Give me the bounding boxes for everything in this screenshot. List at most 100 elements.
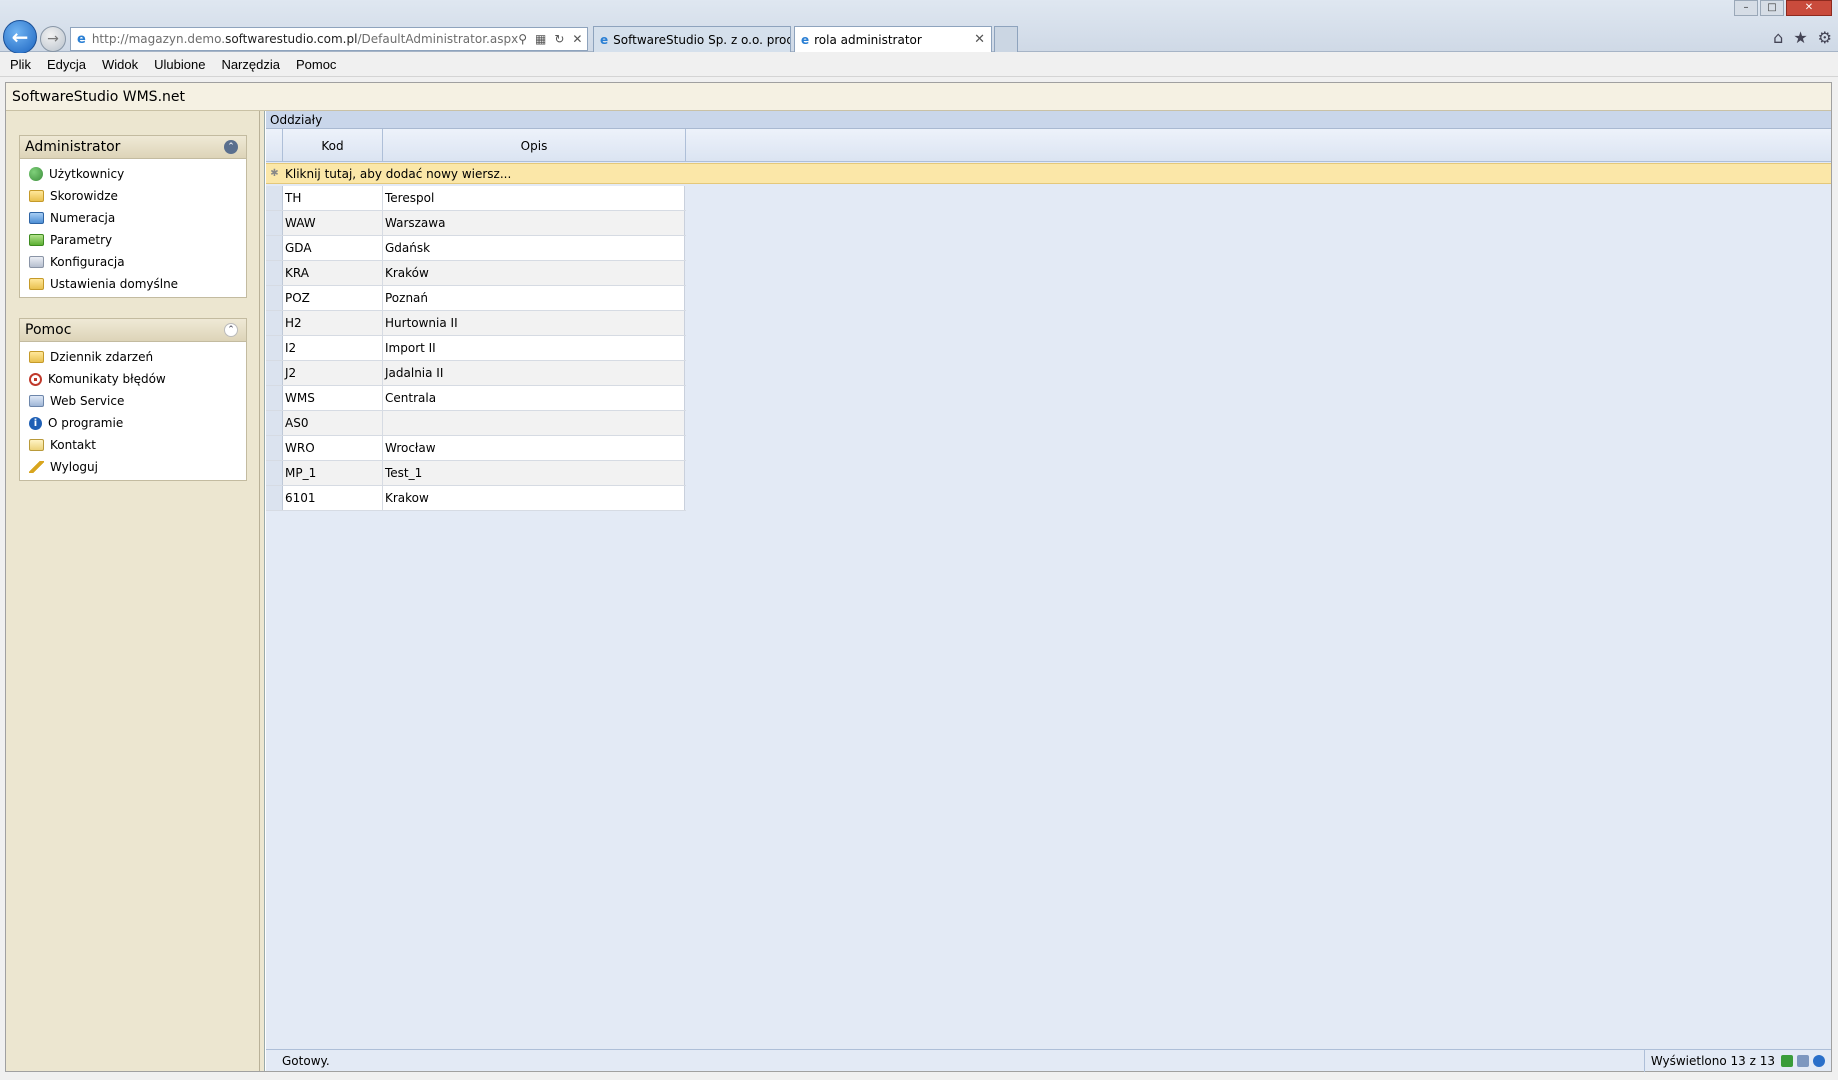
sidebar-item-wyloguj[interactable]: Wyloguj [20, 456, 246, 478]
collapse-up-icon[interactable]: ⌃ [224, 323, 238, 337]
add-new-row[interactable]: ✱ Kliknij tutaj, aby dodać nowy wiersz..… [266, 163, 1831, 184]
row-selector[interactable] [266, 286, 283, 310]
cell-kod[interactable]: 6101 [283, 486, 383, 510]
table-row[interactable]: POZ Poznań [266, 286, 686, 311]
refresh-data-icon[interactable] [1781, 1054, 1793, 1067]
cell-opis[interactable]: Import II [383, 336, 685, 360]
menu-ulubione[interactable]: Ulubione [154, 57, 205, 72]
cell-kod[interactable]: WMS [283, 386, 383, 410]
row-selector[interactable] [266, 336, 283, 360]
help-panel-header[interactable]: Pomoc ⌃ [20, 319, 246, 342]
row-selector[interactable] [266, 211, 283, 235]
row-selector[interactable] [266, 411, 283, 435]
admin-panel-header[interactable]: Administrator ⌃ [20, 136, 246, 159]
sidebar-item-dziennik-zdarzen[interactable]: Dziennik zdarzeń [20, 346, 246, 368]
menu-narzedzia[interactable]: Narzędzia [221, 57, 280, 72]
gear-icon[interactable]: ⚙ [1818, 28, 1832, 47]
table-row[interactable]: AS0 [266, 411, 686, 436]
search-icon[interactable]: ⚲ [518, 32, 527, 46]
cell-kod[interactable]: WAW [283, 211, 383, 235]
address-bar[interactable]: e http://magazyn.demo.softwarestudio.com… [70, 27, 588, 51]
cell-kod[interactable]: J2 [283, 361, 383, 385]
sidebar-item-parametry[interactable]: Parametry [20, 229, 246, 251]
table-row[interactable]: J2 Jadalnia II [266, 361, 686, 386]
menu-plik[interactable]: Plik [10, 57, 31, 72]
cell-opis[interactable]: Kraków [383, 261, 685, 285]
sidebar-item-komunikaty-bledow[interactable]: Komunikaty błędów [20, 368, 246, 390]
sidebar-item-o-programie[interactable]: i O programie [20, 412, 246, 434]
menu-edycja[interactable]: Edycja [47, 57, 86, 72]
cell-kod[interactable]: WRO [283, 436, 383, 460]
row-selector[interactable] [266, 236, 283, 260]
tab-rola-administrator[interactable]: e rola administrator ✕ [794, 26, 992, 52]
sidebar-item-numeracja[interactable]: Numeracja [20, 207, 246, 229]
table-row[interactable]: MP_1 Test_1 [266, 461, 686, 486]
cell-kod[interactable]: MP_1 [283, 461, 383, 485]
refresh-icon[interactable]: ↻ [554, 32, 564, 46]
row-selector[interactable] [266, 386, 283, 410]
favorites-star-icon[interactable]: ★ [1793, 28, 1807, 47]
compat-view-icon[interactable]: ▦ [535, 32, 546, 46]
sidebar-item-label: Komunikaty błędów [48, 372, 166, 386]
cell-opis[interactable]: Hurtownia II [383, 311, 685, 335]
cell-kod[interactable]: TH [283, 186, 383, 210]
table-row[interactable]: WAW Warszawa [266, 211, 686, 236]
sidebar-item-konfiguracja[interactable]: Konfiguracja [20, 251, 246, 273]
table-row[interactable]: 6101 Krakow [266, 486, 686, 511]
back-button[interactable]: ← [3, 20, 37, 54]
table-row[interactable]: H2 Hurtownia II [266, 311, 686, 336]
cell-kod[interactable]: KRA [283, 261, 383, 285]
close-window-button[interactable]: ✕ [1786, 0, 1832, 16]
table-row[interactable]: KRA Kraków [266, 261, 686, 286]
row-selector[interactable] [266, 311, 283, 335]
menu-widok[interactable]: Widok [102, 57, 138, 72]
cell-opis[interactable]: Wrocław [383, 436, 685, 460]
row-selector[interactable] [266, 261, 283, 285]
row-selector[interactable] [266, 486, 283, 510]
column-header-kod[interactable]: Kod [283, 129, 383, 162]
sidebar-item-skorowidze[interactable]: Skorowidze [20, 185, 246, 207]
stop-icon[interactable]: ✕ [572, 32, 582, 46]
table-row[interactable]: GDA Gdańsk [266, 236, 686, 261]
sidebar-splitter[interactable] [260, 111, 265, 1071]
cell-opis[interactable]: Gdańsk [383, 236, 685, 260]
minimize-button[interactable]: – [1734, 0, 1758, 16]
sidebar-item-web-service[interactable]: Web Service [20, 390, 246, 412]
cell-opis[interactable]: Test_1 [383, 461, 685, 485]
table-row[interactable]: I2 Import II [266, 336, 686, 361]
tab-softwarestudio[interactable]: e SoftwareStudio Sp. z o.o. prod... [593, 26, 791, 52]
cell-opis[interactable]: Warszawa [383, 211, 685, 235]
sidebar-item-uzytkownicy[interactable]: Użytkownicy [20, 163, 246, 185]
row-selector[interactable] [266, 461, 283, 485]
table-row[interactable]: TH Terespol [266, 186, 686, 211]
cell-opis[interactable]: Poznań [383, 286, 685, 310]
cell-opis[interactable] [383, 411, 685, 435]
sidebar-item-ustawienia-domyslne[interactable]: Ustawienia domyślne [20, 273, 246, 295]
table-row[interactable]: WRO Wrocław [266, 436, 686, 461]
collapse-up-icon[interactable]: ⌃ [224, 140, 238, 154]
row-selector[interactable] [266, 186, 283, 210]
cell-kod[interactable]: AS0 [283, 411, 383, 435]
cell-kod[interactable]: H2 [283, 311, 383, 335]
close-tab-icon[interactable]: ✕ [974, 32, 985, 47]
row-selector[interactable] [266, 436, 283, 460]
cell-opis[interactable]: Centrala [383, 386, 685, 410]
column-header-opis[interactable]: Opis [383, 129, 686, 162]
home-icon[interactable]: ⌂ [1773, 28, 1783, 47]
new-tab-button[interactable] [994, 26, 1018, 52]
menu-pomoc[interactable]: Pomoc [296, 57, 336, 72]
cell-kod[interactable]: I2 [283, 336, 383, 360]
mail-icon [29, 439, 44, 451]
table-row[interactable]: WMS Centrala [266, 386, 686, 411]
cell-opis[interactable]: Jadalnia II [383, 361, 685, 385]
sidebar-item-kontakt[interactable]: Kontakt [20, 434, 246, 456]
row-selector[interactable] [266, 361, 283, 385]
forward-button[interactable]: → [40, 26, 66, 52]
help-icon[interactable] [1813, 1054, 1825, 1067]
cell-opis[interactable]: Terespol [383, 186, 685, 210]
cell-kod[interactable]: POZ [283, 286, 383, 310]
cell-opis[interactable]: Krakow [383, 486, 685, 510]
maximize-button[interactable]: □ [1760, 0, 1784, 16]
cell-kod[interactable]: GDA [283, 236, 383, 260]
export-icon[interactable] [1797, 1054, 1809, 1067]
